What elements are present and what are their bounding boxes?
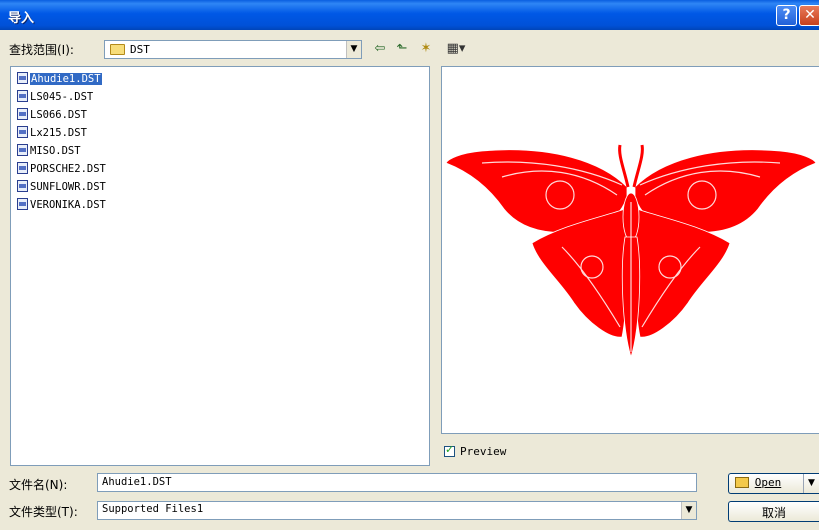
filetype-value: Supported Files1 [102,503,204,515]
close-button[interactable]: ✕ [799,5,819,26]
checkbox-box[interactable] [444,443,455,457]
file-name: PORSCHE2.DST [30,163,106,175]
title-bar[interactable]: 导入 ? ✕ [0,0,819,30]
folder-icon [110,44,125,55]
file-name: Ahudie1.DST [30,73,102,85]
lookin-value: DST [130,43,150,56]
filename-label: 文件名(N): [9,478,68,492]
lookin-label: 查找范围(I): [9,43,74,57]
preview-checkbox[interactable]: Preview [444,443,507,458]
open-button-label: Open [754,476,782,489]
file-icon [17,90,28,102]
file-name: SUNFLOWR.DST [30,181,106,193]
cancel-button-label: 取消 [761,506,786,520]
file-name: Lx215.DST [30,127,87,139]
file-icon [17,162,28,174]
help-button[interactable]: ? [776,5,797,26]
file-item[interactable]: LS045-.DST [17,89,93,105]
close-icon: ✕ [804,7,816,23]
new-folder-icon[interactable]: ✶ [417,39,435,59]
butterfly-embroidery-preview [445,144,817,359]
file-item[interactable]: MISO.DST [17,143,81,159]
back-icon[interactable]: ⇦ [371,39,389,59]
view-menu-icon[interactable]: ▦▾ [443,39,469,59]
filetype-label: 文件类型(T): [9,505,78,519]
file-icon [17,72,28,84]
file-item[interactable]: SUNFLOWR.DST [17,179,106,195]
file-name: LS066.DST [30,109,87,121]
chevron-down-icon[interactable]: ▼ [681,502,696,519]
preview-label: Preview [460,445,507,458]
file-item[interactable]: LS066.DST [17,107,87,123]
file-name: LS045-.DST [30,91,94,103]
file-icon [17,144,28,156]
preview-pane [441,66,819,434]
file-icon [17,198,28,210]
file-item[interactable]: Ahudie1.DST [17,71,102,87]
filetype-dropdown[interactable]: Supported Files1 ▼ [97,501,697,520]
file-icon [17,108,28,120]
window-title: 导入 [8,11,35,26]
file-icon [17,180,28,192]
cancel-button[interactable]: 取消 [728,501,819,522]
file-name: MISO.DST [30,145,81,157]
filename-input[interactable]: Ahudie1.DST [97,473,697,492]
file-item[interactable]: PORSCHE2.DST [17,161,106,177]
file-icon [17,126,28,138]
open-button[interactable]: Open ▼ [728,473,819,494]
help-icon: ? [782,7,791,23]
file-item[interactable]: Lx215.DST [17,125,87,141]
file-list[interactable]: Ahudie1.DST LS045-.DST LS066.DST Lx215.D… [10,66,430,466]
lookin-dropdown[interactable]: DST ▼ [104,40,362,59]
chevron-down-icon[interactable]: ▼ [346,41,361,58]
file-name: VERONIKA.DST [30,199,106,211]
up-folder-icon[interactable]: ⬑ [393,39,411,59]
chevron-down-icon[interactable]: ▼ [803,474,819,493]
file-item[interactable]: VERONIKA.DST [17,197,106,213]
